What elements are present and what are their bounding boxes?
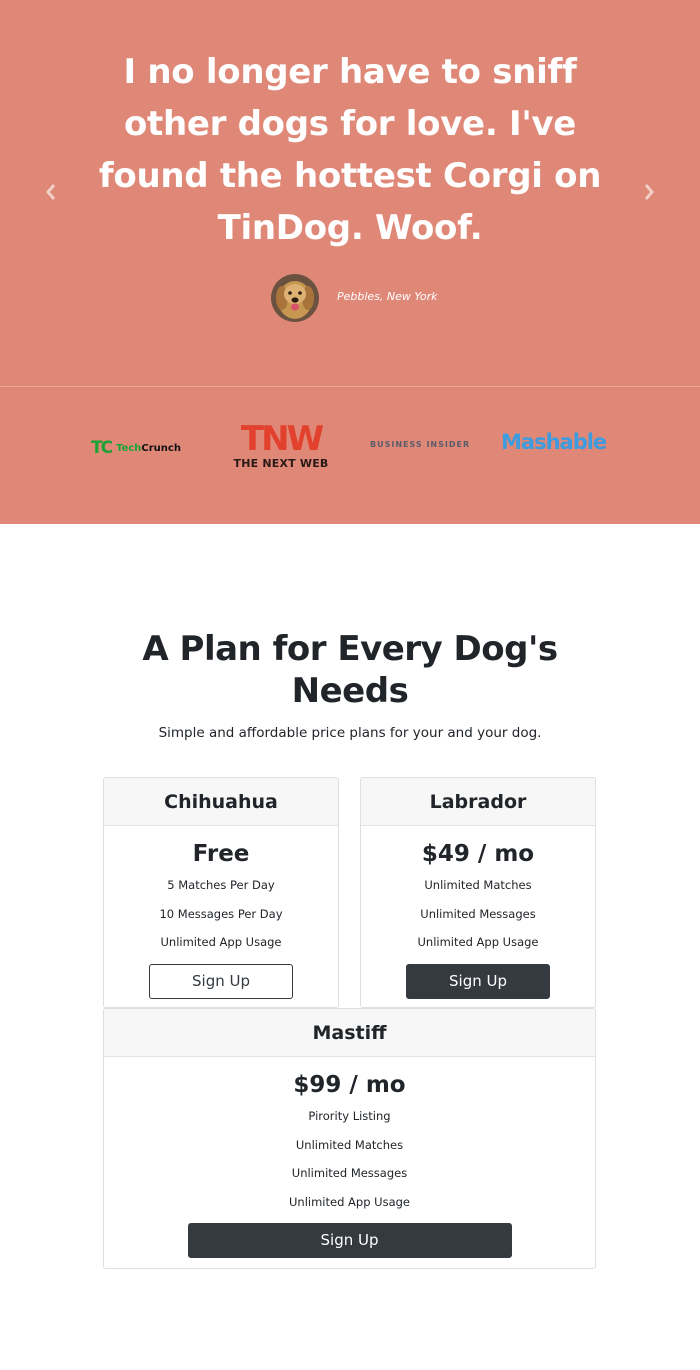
- techcrunch-text-green: Tech: [116, 442, 142, 454]
- pricing-card-mastiff: Mastiff $99 / mo Pirority Listing Unlimi…: [103, 1008, 596, 1269]
- business-insider-logo: BUSINESS INSIDER: [370, 440, 471, 449]
- card-body: Free 5 Matches Per Day 10 Messages Per D…: [104, 837, 338, 999]
- pricing-title: A Plan for Every Dog's Needs: [142, 629, 558, 711]
- plan-name: Mastiff: [104, 1009, 595, 1057]
- techcrunch-wordmark: TechCrunch: [116, 443, 181, 454]
- plan-feature: Unlimited Messages: [420, 906, 536, 921]
- plan-feature: Pirority Listing: [308, 1109, 391, 1123]
- chevron-left-icon: [46, 184, 56, 200]
- carousel-prev-button[interactable]: [31, 172, 71, 212]
- tnw-subtitle: THE NEXT WEB: [233, 457, 329, 470]
- plan-feature: Unlimited Messages: [291, 1166, 408, 1180]
- techcrunch-text-dark: Crunch: [141, 442, 181, 454]
- plan-feature: 5 Matches Per Day: [167, 878, 275, 892]
- plan-name: Chihuahua: [104, 778, 338, 826]
- carousel-next-button[interactable]: [629, 172, 669, 212]
- labrador-sign-up-button[interactable]: Sign Up: [406, 963, 550, 999]
- plan-price: $49 / mo: [421, 841, 535, 867]
- pricing-card-labrador: Labrador $49 / mo Unlimited Matches Unli…: [360, 777, 596, 1008]
- chevron-right-icon: [644, 184, 654, 200]
- testimonial-author: Pebbles, New York: [337, 290, 438, 303]
- mashable-logo: Mashable: [501, 430, 607, 454]
- testimonial-quote: I no longer have to sniff other dogs for…: [98, 52, 602, 248]
- mastiff-sign-up-button[interactable]: Sign Up: [187, 1223, 512, 1258]
- card-body: $99 / mo Pirority Listing Unlimited Matc…: [104, 1068, 595, 1258]
- plan-name: Labrador: [361, 778, 595, 826]
- golden-retriever-avatar-icon: [271, 274, 319, 322]
- plan-feature: Unlimited App Usage: [160, 935, 282, 949]
- plan-feature: Unlimited Matches: [424, 878, 532, 892]
- plan-feature: 10 Messages Per Day: [159, 906, 283, 921]
- plan-feature: Unlimited App Usage: [289, 1194, 410, 1209]
- press-section: TC TechCrunch TNW THE NEXT WEB BUSINESS …: [0, 386, 700, 524]
- techcrunch-logo: TC TechCrunch: [91, 437, 201, 459]
- pricing-card-chihuahua: Chihuahua Free 5 Matches Per Day 10 Mess…: [103, 777, 339, 1008]
- card-body: $49 / mo Unlimited Matches Unlimited Mes…: [361, 837, 595, 999]
- plan-price: $99 / mo: [293, 1072, 406, 1098]
- techcrunch-mark: TC: [91, 438, 113, 458]
- plan-feature: Unlimited Matches: [295, 1137, 404, 1152]
- pricing-subtitle: Simple and affordable price plans for yo…: [158, 725, 542, 741]
- tnw-logo: TNW THE NEXT WEB: [228, 421, 334, 471]
- tnw-mark: TNW: [240, 419, 324, 459]
- plan-feature: Unlimited App Usage: [417, 935, 539, 949]
- author-avatar: [271, 274, 319, 322]
- plan-price: Free: [192, 841, 250, 867]
- testimonial-section: I no longer have to sniff other dogs for…: [0, 0, 700, 386]
- chihuahua-sign-up-button[interactable]: Sign Up: [149, 963, 293, 999]
